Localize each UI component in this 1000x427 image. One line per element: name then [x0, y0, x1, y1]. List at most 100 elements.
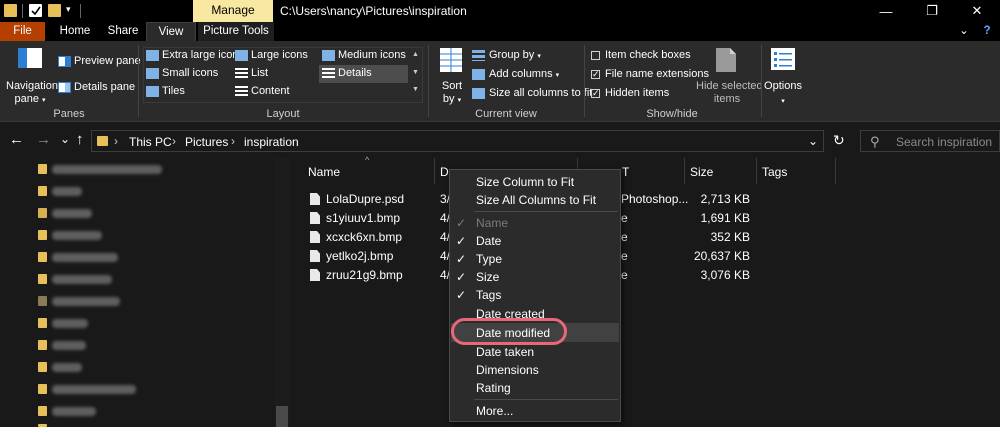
breadcrumb-separator: › [172, 134, 176, 148]
quick-access-dropdown-icon[interactable]: ▾ [66, 4, 71, 15]
small-icons-icon [146, 68, 159, 79]
menu-separator [474, 211, 618, 212]
layout-tiles[interactable]: Tiles [146, 85, 232, 99]
panes-group-label: Panes [53, 108, 85, 120]
sidebar-item-label-redacted[interactable] [52, 209, 92, 218]
file-name-extensions-checkbox[interactable]: ✓ [591, 70, 600, 79]
layout-expand-icon[interactable]: ▼ [412, 86, 419, 93]
minimize-button[interactable]: — [863, 0, 909, 22]
address-dropdown-icon[interactable]: ⌄ [808, 134, 818, 148]
menu-item-date[interactable]: Date [476, 234, 501, 248]
breadcrumb-separator: › [114, 134, 118, 148]
sidebar-item-label-redacted[interactable] [52, 253, 118, 262]
maximize-button[interactable]: ❐ [909, 0, 955, 22]
new-folder-icon[interactable] [48, 4, 61, 17]
tab-view[interactable]: View [146, 22, 196, 41]
options-button[interactable]: Options ▾ [764, 47, 802, 105]
folder-icon [38, 164, 47, 174]
add-columns-button[interactable]: Add columns ▾ [472, 68, 562, 82]
details-pane-button[interactable]: Details pane [58, 81, 135, 95]
column-header-size[interactable]: Size [690, 165, 713, 179]
column-header-name[interactable]: Name [308, 165, 340, 179]
sidebar-scrollbar[interactable] [275, 158, 289, 427]
close-button[interactable]: ✕ [954, 0, 1000, 22]
navigation-pane-button[interactable]: Navigation pane ▾ [6, 47, 58, 105]
sidebar-item-label-redacted[interactable] [52, 341, 86, 350]
hidden-items-checkbox[interactable]: ✓ [591, 89, 600, 98]
column-divider[interactable] [434, 158, 435, 184]
column-header-type[interactable]: T [622, 165, 629, 179]
hide-selected-items-button[interactable]: Hide selected items [696, 47, 763, 105]
up-icon[interactable]: ↑ [76, 131, 84, 148]
menu-item-size-column-to-fit[interactable]: Size Column to Fit [476, 175, 574, 189]
item-check-boxes-checkbox[interactable] [591, 51, 600, 60]
layout-details[interactable]: Details [319, 65, 408, 83]
item-check-boxes-option[interactable]: Item check boxes [590, 49, 691, 63]
column-divider[interactable] [835, 158, 836, 184]
sidebar-item-label-redacted[interactable] [52, 297, 120, 306]
back-icon[interactable]: ← [9, 131, 24, 148]
sidebar-item-label-redacted[interactable] [52, 165, 162, 174]
menu-item-more[interactable]: More... [476, 404, 513, 418]
address-input[interactable]: › This PC › Pictures › inspiration ⌄ [91, 130, 824, 152]
breadcrumb-pictures[interactable]: Pictures [185, 135, 228, 149]
layout-extra-large-icons[interactable]: Extra large icons [146, 49, 244, 63]
file-name-extensions-option[interactable]: ✓ File name extensions [590, 68, 709, 82]
hidden-items-option[interactable]: ✓ Hidden items [590, 87, 670, 101]
tab-picture-tools[interactable]: Picture Tools [198, 22, 274, 41]
group-by-button[interactable]: Group by ▾ [472, 49, 562, 63]
layout-scroll-down-icon[interactable]: ▼ [412, 69, 419, 76]
small-icons-label: Small icons [162, 67, 219, 79]
manage-tab[interactable]: Manage [193, 0, 273, 22]
size-all-columns-button[interactable]: Size all columns to fit [472, 87, 592, 101]
search-input[interactable]: ⚲ Search inspiration [860, 130, 1000, 152]
help-icon[interactable]: ? [978, 22, 996, 41]
collapse-ribbon-icon[interactable]: ⌄ [956, 22, 972, 41]
menu-item-date-taken[interactable]: Date taken [476, 345, 534, 359]
menu-item-size[interactable]: Size [476, 270, 499, 284]
properties-icon[interactable] [29, 4, 42, 17]
recent-locations-icon[interactable]: ⌄ [60, 132, 70, 146]
sidebar-scroll-thumb[interactable] [276, 406, 288, 427]
file-size: 3,076 KB [700, 268, 750, 282]
file-name: LolaDupre.psd [326, 192, 405, 206]
tiles-icon [146, 86, 159, 97]
sidebar-item-label-redacted[interactable] [52, 385, 136, 394]
sidebar-item-label-redacted[interactable] [52, 275, 112, 284]
column-header-tags[interactable]: Tags [762, 165, 787, 179]
column-divider[interactable] [756, 158, 757, 184]
group-separator [138, 45, 139, 117]
column-divider[interactable] [684, 158, 685, 184]
file-icon [310, 231, 320, 243]
menu-item-type[interactable]: Type [476, 252, 502, 266]
menu-item-tags[interactable]: Tags [476, 288, 501, 302]
breadcrumb-this-pc[interactable]: This PC [129, 135, 172, 149]
column-context-menu: Size Column to Fit Size All Columns to F… [449, 169, 621, 422]
menu-item-dimensions[interactable]: Dimensions [476, 363, 539, 377]
sidebar-item-label-redacted[interactable] [52, 187, 82, 196]
sidebar-item-label-redacted[interactable] [52, 407, 96, 416]
navigation-pane-label-2: pane ▾ [14, 93, 46, 105]
layout-large-icons[interactable]: Large icons [235, 49, 315, 63]
sidebar-item-label-redacted[interactable] [52, 319, 88, 328]
breadcrumb-inspiration[interactable]: inspiration [244, 135, 299, 149]
layout-small-icons[interactable]: Small icons [146, 67, 232, 81]
layout-medium-icons[interactable]: Medium icons [322, 49, 408, 63]
layout-content[interactable]: Content [235, 85, 315, 99]
sidebar-item-label-redacted[interactable] [52, 363, 82, 372]
sidebar-item-label-redacted[interactable] [52, 231, 102, 240]
tab-file[interactable]: File [0, 22, 45, 41]
layout-list[interactable]: List [235, 67, 315, 81]
tab-share[interactable]: Share [103, 22, 143, 41]
file-name: zruu21g9.bmp [326, 268, 403, 282]
layout-scroll-up-icon[interactable]: ▲ [412, 51, 419, 58]
sort-by-button[interactable]: Sort by ▾ [435, 47, 469, 105]
medium-icons-label: Medium icons [338, 49, 406, 61]
menu-item-rating[interactable]: Rating [476, 381, 511, 395]
preview-pane-button[interactable]: Preview pane [58, 55, 141, 69]
menu-item-size-all-columns-to-fit[interactable]: Size All Columns to Fit [476, 193, 596, 207]
forward-icon[interactable]: → [36, 131, 51, 148]
content-icon [235, 86, 248, 97]
refresh-icon[interactable]: ↻ [833, 132, 845, 149]
tab-home[interactable]: Home [55, 22, 95, 41]
